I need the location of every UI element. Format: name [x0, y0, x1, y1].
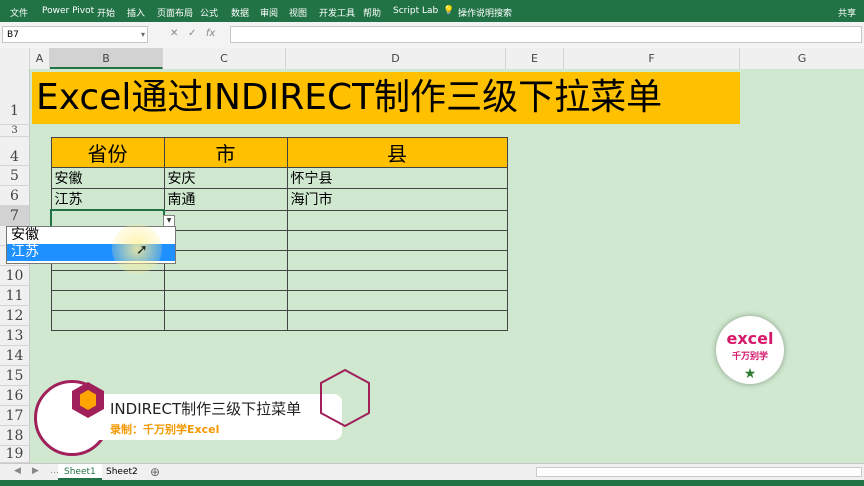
- cell-city[interactable]: 安庆: [163, 167, 288, 189]
- cell-province[interactable]: 安徽: [50, 167, 165, 189]
- column-header-c[interactable]: C: [163, 48, 286, 69]
- lower-third-banner: INDIRECT制作三级下拉菜单 录制：千万别学Excel: [66, 394, 342, 440]
- column-header-a[interactable]: A: [30, 48, 50, 69]
- horizontal-scrollbar[interactable]: [536, 467, 862, 477]
- insert-function-icon[interactable]: fx: [206, 28, 215, 39]
- row-header-3[interactable]: 3: [0, 125, 30, 137]
- column-header-d[interactable]: D: [286, 48, 506, 69]
- row-header-6[interactable]: 6: [0, 186, 30, 206]
- cell-city[interactable]: 南通: [163, 188, 288, 211]
- tab-page-layout[interactable]: 页面布局: [157, 6, 193, 19]
- table-cell[interactable]: [163, 209, 288, 231]
- banner-subtitle: 录制：千万别学Excel: [110, 423, 220, 436]
- select-all-corner[interactable]: [0, 48, 30, 69]
- lightbulb-icon: 💡: [443, 6, 455, 16]
- column-header-g[interactable]: G: [740, 48, 864, 69]
- table-cell[interactable]: [286, 249, 508, 271]
- cell-county[interactable]: 海门市: [286, 188, 508, 211]
- header-city[interactable]: 市: [163, 137, 288, 168]
- row-header-17[interactable]: 17: [0, 406, 30, 426]
- enter-icon[interactable]: ✓: [188, 28, 196, 39]
- row-header-14[interactable]: 14: [0, 346, 30, 366]
- row-header-13[interactable]: 13: [0, 326, 30, 346]
- cell-province[interactable]: 江苏: [50, 188, 165, 211]
- name-box-dropdown-icon[interactable]: ▾: [141, 30, 145, 39]
- row-header-11[interactable]: 11: [0, 286, 30, 306]
- column-header-b[interactable]: B: [50, 48, 163, 69]
- table-cell[interactable]: [286, 229, 508, 251]
- row-header-5[interactable]: 5: [0, 166, 30, 186]
- sheet-tab-sheet1[interactable]: Sheet1: [58, 464, 102, 480]
- banner-title: INDIRECT制作三级下拉菜单: [110, 400, 302, 418]
- header-province[interactable]: 省份: [50, 137, 165, 168]
- logo-text-excel: excel: [726, 329, 774, 348]
- tab-power-pivot[interactable]: Power Pivot: [42, 6, 94, 16]
- sheet-tab-bar: ◀ ▶ … Sheet1 Sheet2 ⊕: [0, 463, 864, 481]
- table-row: [50, 309, 508, 331]
- table-cell[interactable]: [286, 269, 508, 291]
- tab-view[interactable]: 视图: [289, 6, 307, 19]
- table-cell[interactable]: [286, 209, 508, 231]
- ribbon-tab-bar: 文件 Power Pivot 开始 插入 页面布局 公式 数据 审阅 视图 开发…: [0, 0, 864, 22]
- tab-file[interactable]: 文件: [10, 6, 28, 19]
- header-county[interactable]: 县: [286, 137, 508, 168]
- name-box[interactable]: B7: [2, 26, 148, 43]
- share-button[interactable]: 共享: [838, 6, 856, 19]
- column-header-f[interactable]: F: [564, 48, 740, 69]
- table-cell[interactable]: [286, 289, 508, 311]
- formula-bar-area: B7 ▾ ✕ ✓ fx: [0, 22, 864, 49]
- table-cell[interactable]: [50, 289, 165, 311]
- tab-developer[interactable]: 开发工具: [319, 6, 355, 19]
- title-cell[interactable]: Excel通过INDIRECT制作三级下拉菜单: [32, 72, 740, 124]
- star-icon: ★: [740, 364, 760, 384]
- row-header-1[interactable]: 1: [0, 69, 30, 125]
- cell-county[interactable]: 怀宁县: [286, 167, 508, 189]
- tab-script-lab[interactable]: Script Lab: [393, 6, 438, 16]
- table-cell[interactable]: [163, 309, 288, 331]
- row-header-16[interactable]: 16: [0, 386, 30, 406]
- row-header-4[interactable]: 4: [0, 137, 30, 166]
- row-header-12[interactable]: 12: [0, 306, 30, 326]
- tab-data[interactable]: 数据: [231, 6, 249, 19]
- table-cell[interactable]: [163, 269, 288, 291]
- row-header-15[interactable]: 15: [0, 366, 30, 386]
- formula-input[interactable]: [230, 26, 862, 43]
- channel-logo: excel 千万别学 ★: [716, 316, 784, 384]
- table-cell[interactable]: [163, 289, 288, 311]
- tab-formulas[interactable]: 公式: [200, 6, 218, 19]
- table-row: 江苏 南通 海门市: [50, 188, 508, 211]
- hexagon-badge-icon: [72, 382, 104, 418]
- cancel-icon[interactable]: ✕: [170, 28, 178, 39]
- logo-text-subtitle: 千万别学: [731, 352, 768, 362]
- prev-sheet-icon[interactable]: ◀: [14, 466, 21, 476]
- row-header-7[interactable]: 7: [0, 206, 30, 226]
- next-sheet-icon[interactable]: ▶: [32, 466, 39, 476]
- tab-insert[interactable]: 插入: [127, 6, 145, 19]
- hexagon-outline-icon: [320, 368, 370, 428]
- row-header-18[interactable]: 18: [0, 426, 30, 446]
- table-header-row: 省份 市 县: [50, 137, 508, 168]
- tab-help[interactable]: 帮助: [363, 6, 381, 19]
- mouse-cursor-icon: ➚: [136, 242, 148, 258]
- table-cell[interactable]: [286, 309, 508, 331]
- tab-home[interactable]: 开始: [97, 6, 115, 19]
- column-header-row: A B C D E F G: [0, 48, 864, 70]
- table-cell[interactable]: [163, 249, 288, 271]
- table-cell[interactable]: [50, 309, 165, 331]
- chevron-down-icon: ▼: [166, 217, 172, 224]
- table-cell[interactable]: [50, 269, 165, 291]
- formula-bar-icons: ✕ ✓ fx: [170, 28, 215, 39]
- add-sheet-icon[interactable]: ⊕: [150, 465, 160, 479]
- sheet-tab-sheet2[interactable]: Sheet2: [100, 464, 144, 480]
- column-header-e[interactable]: E: [506, 48, 564, 69]
- table-row: [50, 289, 508, 311]
- row-header-10[interactable]: 10: [0, 266, 30, 286]
- table-row: [50, 269, 508, 291]
- status-bar: [0, 480, 864, 486]
- table-row: 安徽 安庆 怀宁县: [50, 167, 508, 189]
- tell-me-search[interactable]: 操作说明搜索: [458, 6, 512, 19]
- table-cell[interactable]: [163, 229, 288, 251]
- row-header-19[interactable]: 19: [0, 446, 30, 463]
- tab-review[interactable]: 审阅: [260, 6, 278, 19]
